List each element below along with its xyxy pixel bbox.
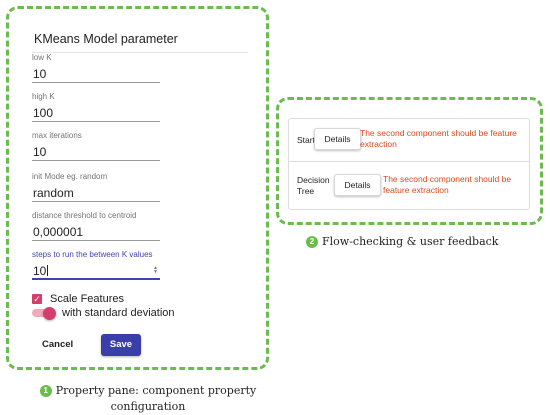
details-button[interactable]: Details: [334, 174, 381, 196]
k-steps-field[interactable]: steps to run the between K values 10 ▲ ▼: [32, 250, 160, 280]
component-name: Start: [297, 135, 315, 145]
scale-features-checkbox[interactable]: ✓ Scale Features: [32, 292, 124, 306]
field-input[interactable]: random: [32, 185, 160, 202]
field-label: init Mode eg. random: [32, 172, 108, 181]
toggle-label: with standard deviation: [62, 307, 175, 319]
caption-number-badge: 2: [306, 236, 318, 248]
cancel-button[interactable]: Cancel: [42, 339, 73, 350]
field-label: high K: [32, 92, 55, 101]
standard-deviation-toggle[interactable]: with standard deviation: [32, 306, 175, 320]
feedback-message: The second component should be feature e…: [383, 174, 512, 195]
details-button[interactable]: Details: [314, 128, 361, 150]
field-label: low K: [32, 53, 52, 62]
toggle-thumb[interactable]: [43, 306, 56, 320]
distance-threshold-field[interactable]: distance threshold to centroid 0,000001: [32, 211, 160, 241]
flow-check-panel: Start Details The second component shoul…: [288, 118, 530, 210]
property-pane: KMeans Model parameter low K 10 high K 1…: [18, 18, 258, 360]
checkmark-icon[interactable]: ✓: [32, 294, 42, 304]
field-input[interactable]: 0,000001: [32, 224, 160, 241]
component-name: Decision Tree: [297, 175, 330, 196]
flow-check-row: Start Details The second component shoul…: [289, 119, 529, 162]
low-k-field[interactable]: low K 10: [32, 53, 160, 83]
init-mode-field[interactable]: init Mode eg. random random: [32, 172, 160, 202]
checkbox-label: Scale Features: [50, 293, 124, 305]
caption-number-badge: 1: [39, 385, 52, 397]
field-label: steps to run the between K values: [32, 250, 153, 259]
save-button[interactable]: Save: [101, 334, 141, 356]
field-input[interactable]: 100: [32, 105, 160, 122]
high-k-field[interactable]: high K 100: [32, 92, 160, 122]
field-input[interactable]: 10: [32, 144, 160, 161]
text-caret: [47, 265, 49, 276]
feedback-message: The second component should be feature e…: [360, 128, 517, 149]
caption-text: Property pane: component property config…: [55, 384, 257, 413]
k-steps-input[interactable]: 10 ▲ ▼: [32, 263, 160, 280]
max-iterations-field[interactable]: max iterations 10: [32, 131, 160, 161]
toggle-switch[interactable]: [32, 306, 56, 320]
field-label: distance threshold to centroid: [32, 211, 137, 220]
field-input[interactable]: 10: [32, 66, 160, 83]
flow-check-caption: 2 Flow-checking & user feedback: [306, 235, 498, 248]
panel-title: KMeans Model parameter: [34, 32, 178, 46]
field-label: max iterations: [32, 131, 82, 140]
caption-text: Flow-checking & user feedback: [322, 235, 499, 248]
number-stepper-icon[interactable]: ▲ ▼: [153, 266, 158, 275]
field-input-text: 10: [33, 264, 47, 278]
property-pane-caption: 1 Property pane: component property confi…: [18, 383, 278, 415]
flow-check-row: Decision Tree Details The second compone…: [289, 162, 529, 210]
